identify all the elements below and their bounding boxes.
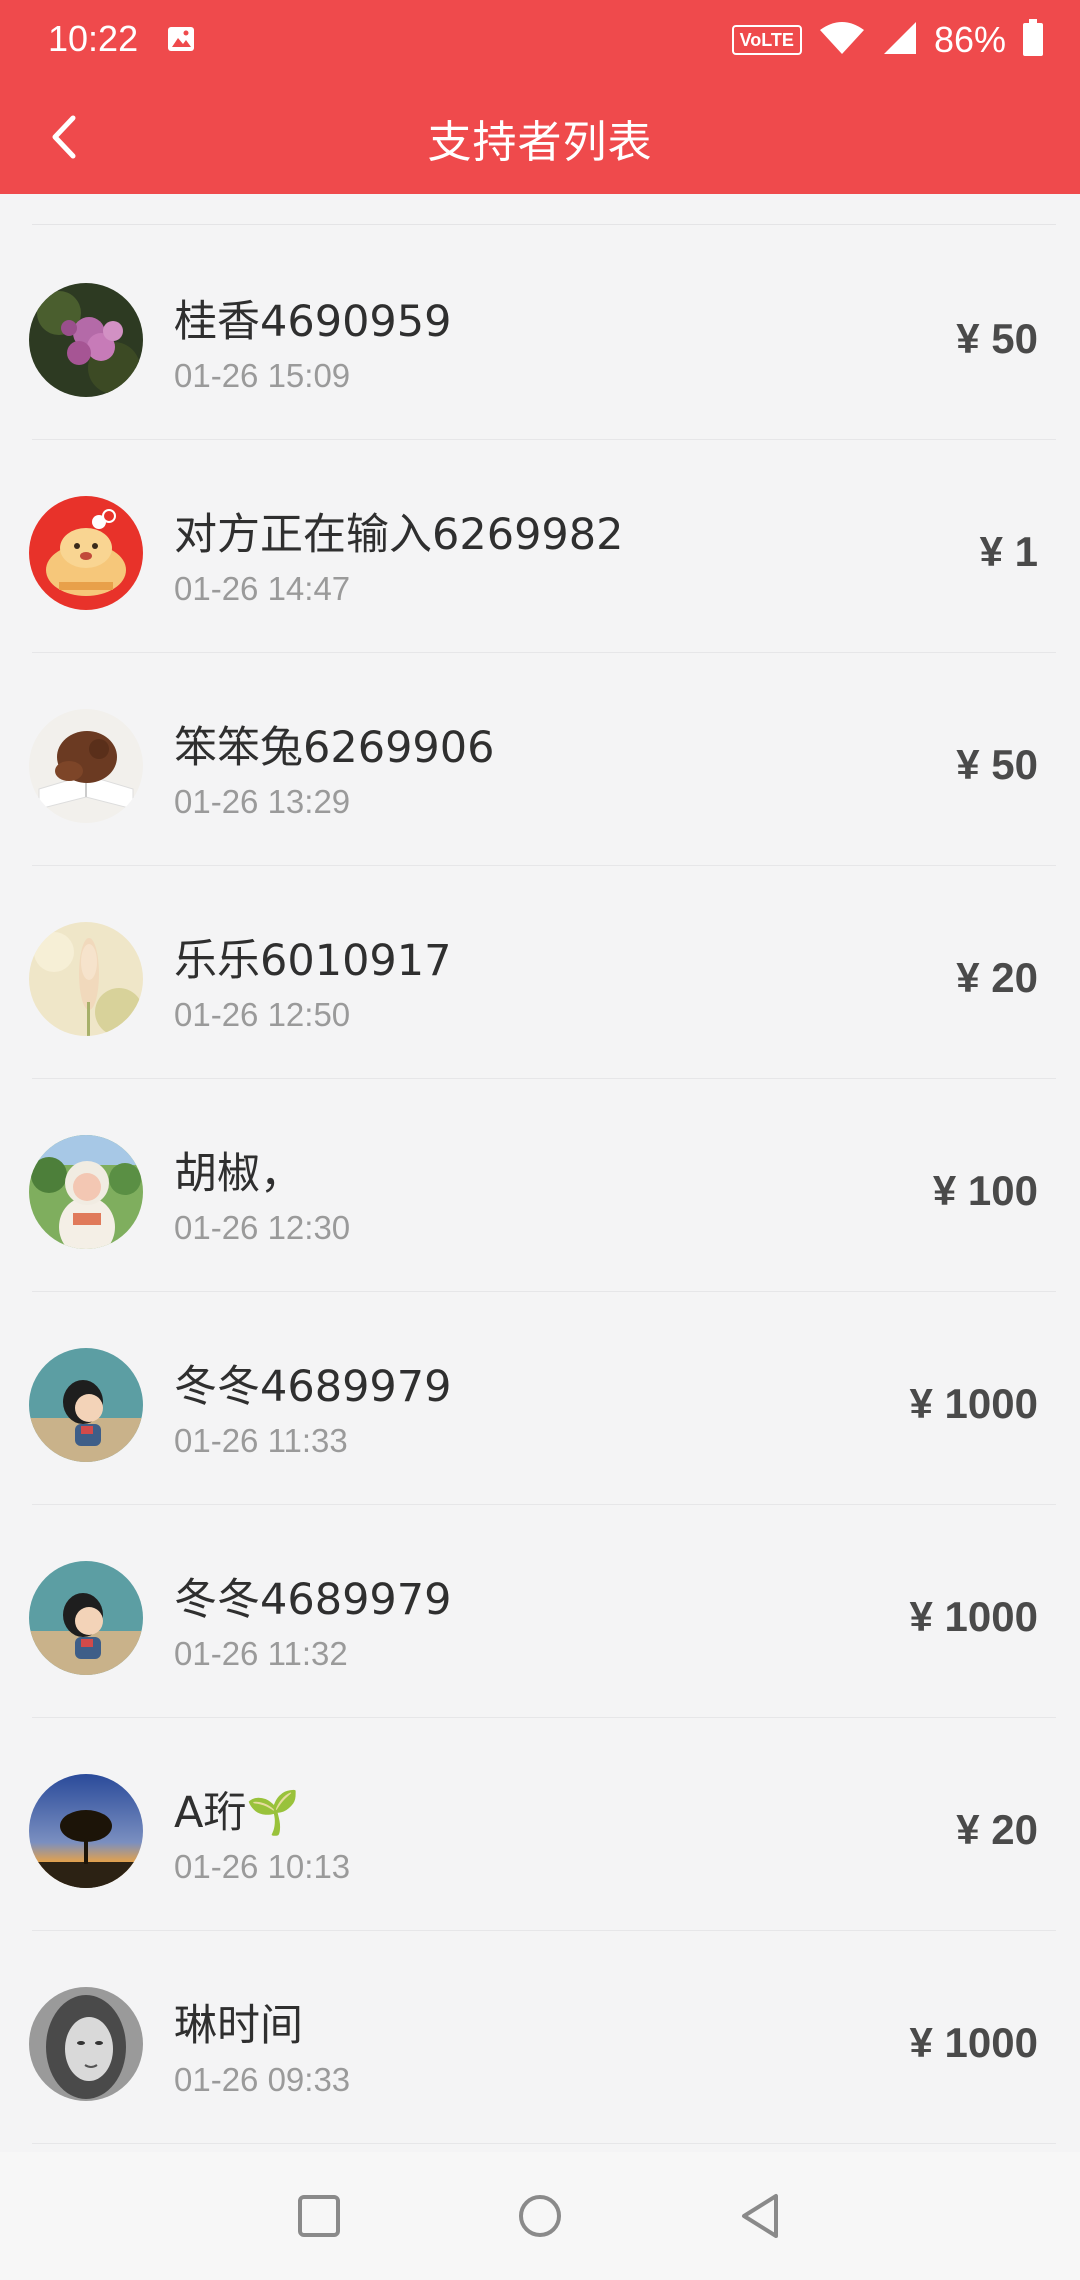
support-amount: ¥ 1000 [909, 1593, 1038, 1640]
support-amount: ¥ 50 [956, 315, 1038, 362]
system-back-button[interactable] [730, 2184, 794, 2248]
avatar [29, 1987, 143, 2101]
supporter-row[interactable]: 冬冬4689979 01-26 11:32 ¥ 1000 [0, 1505, 1080, 1718]
app-bar: 支持者列表 [0, 80, 1080, 194]
support-time: 01-26 11:33 [174, 1422, 348, 1459]
support-time: 01-26 13:29 [174, 783, 351, 820]
supporter-row[interactable]: 乐乐6010917 01-26 12:50 ¥ 20 [0, 866, 1080, 1079]
support-amount: ¥ 50 [956, 741, 1038, 788]
system-navigation-bar [0, 2152, 1080, 2280]
avatar [29, 1135, 143, 1249]
supporter-name: 冬冬4689979 [174, 1575, 452, 1625]
triangle-back-icon [742, 2194, 778, 2238]
supporter-row[interactable]: 对方正在输入6269982 01-26 14:47 ¥ 1 [0, 440, 1080, 653]
supporter-name: 胡椒， [174, 1149, 303, 1199]
circle-icon [519, 2195, 561, 2237]
supporter-row[interactable]: 胡椒， 01-26 12:30 ¥ 100 [0, 1079, 1080, 1292]
supporter-row[interactable]: 冬冬4689979 01-26 11:33 ¥ 1000 [0, 1292, 1080, 1505]
volte-badge: VoLTE [731, 25, 802, 55]
avatar [29, 709, 143, 823]
supporter-row[interactable]: 笨笨兔6269906 01-26 13:29 ¥ 50 [0, 653, 1080, 866]
square-icon [298, 2195, 340, 2237]
support-amount: ¥ 100 [932, 1167, 1038, 1214]
support-amount: ¥ 20 [956, 954, 1038, 1001]
supporter-row[interactable]: 琳时间 01-26 09:33 ¥ 1000 [0, 1931, 1080, 2144]
list-top-divider [32, 224, 1056, 225]
status-bar: 10:22 VoLTE 86% [0, 0, 1080, 80]
support-time: 01-26 14:47 [174, 570, 351, 607]
support-time: 01-26 09:33 [174, 2061, 351, 2098]
supporter-name: 琳时间 [174, 2001, 303, 2051]
support-amount: ¥ 1 [979, 528, 1038, 575]
row-divider [32, 2143, 1056, 2144]
supporter-name: 对方正在输入6269982 [174, 510, 624, 560]
support-time: 01-26 15:09 [174, 357, 351, 394]
avatar [29, 283, 143, 397]
supporter-name: A珩🌱 [174, 1788, 300, 1838]
supporter-row[interactable]: 桂香4690959 01-26 15:09 ¥ 50 [0, 227, 1080, 440]
battery-icon [1022, 19, 1044, 61]
status-time: 10:22 [48, 18, 139, 59]
support-time: 01-26 12:30 [174, 1209, 351, 1246]
support-time: 01-26 12:50 [174, 996, 351, 1033]
header: 10:22 VoLTE 86% 支持者列表 [0, 0, 1080, 194]
signal-icon [882, 20, 918, 60]
image-notification-icon [166, 24, 196, 54]
support-amount: ¥ 1000 [909, 2019, 1038, 2066]
avatar [29, 496, 143, 610]
supporter-row[interactable]: A珩🌱 01-26 10:13 ¥ 20 [0, 1718, 1080, 1931]
wifi-icon [818, 20, 866, 60]
battery-percentage: 86% [933, 19, 1006, 60]
recents-button[interactable] [287, 2184, 351, 2248]
status-icons: VoLTE 86% [731, 18, 1044, 62]
support-amount: ¥ 1000 [909, 1380, 1038, 1427]
avatar [29, 1348, 143, 1462]
supporter-name: 乐乐6010917 [174, 936, 452, 986]
supporter-name: 冬冬4689979 [174, 1362, 452, 1412]
support-time: 01-26 10:13 [174, 1848, 351, 1885]
avatar [29, 1774, 143, 1888]
supporter-name: 桂香4690959 [174, 297, 452, 347]
page-title: 支持者列表 [427, 117, 653, 168]
avatar [29, 1561, 143, 1675]
home-button[interactable] [508, 2184, 572, 2248]
supporter-name: 笨笨兔6269906 [174, 723, 495, 773]
support-amount: ¥ 20 [956, 1806, 1038, 1853]
support-time: 01-26 11:32 [174, 1635, 348, 1672]
avatar [29, 922, 143, 1036]
